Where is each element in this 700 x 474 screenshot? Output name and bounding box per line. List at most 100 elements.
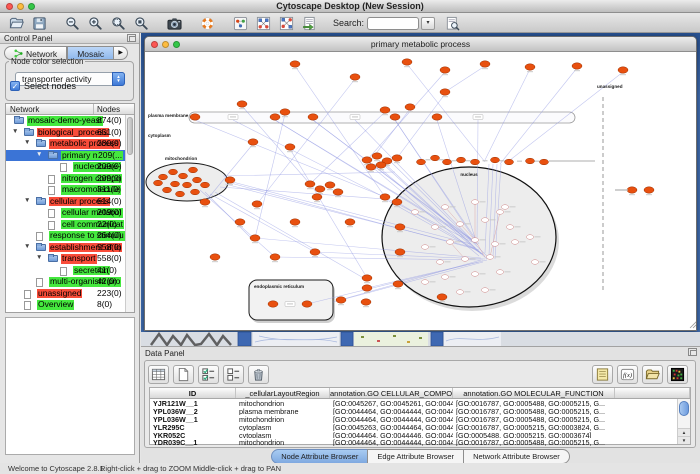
tree-row[interactable]: ▼establishment of lo558(0) bbox=[6, 242, 134, 254]
graph-node[interactable] bbox=[280, 109, 290, 115]
graph-node[interactable] bbox=[312, 194, 322, 200]
graph-node[interactable] bbox=[154, 180, 163, 186]
graph-node[interactable] bbox=[362, 275, 372, 281]
graph-node[interactable] bbox=[456, 222, 463, 227]
column-header[interactable]: annotation.GO CELLULAR_COMPONENT bbox=[330, 388, 453, 398]
graph-node[interactable] bbox=[480, 61, 490, 67]
graph-node[interactable] bbox=[268, 301, 278, 307]
graph-node[interactable] bbox=[372, 153, 382, 159]
graph-node[interactable] bbox=[393, 281, 403, 287]
graph-node[interactable] bbox=[411, 210, 418, 215]
tab-network-attribute-browser[interactable]: Network Attribute Browser bbox=[463, 449, 570, 464]
save-session-button[interactable] bbox=[29, 15, 50, 32]
resize-grip-icon[interactable] bbox=[696, 326, 697, 328]
expand-arrow-icon[interactable]: ▼ bbox=[36, 151, 42, 158]
tree-row[interactable]: ▼cellular process614(0) bbox=[6, 196, 134, 208]
graph-node[interactable] bbox=[362, 285, 372, 291]
tree-row[interactable]: nucleobase-209(0) bbox=[6, 161, 134, 173]
graph-node[interactable] bbox=[325, 182, 335, 188]
graph-node[interactable] bbox=[511, 240, 518, 245]
graph-node[interactable] bbox=[392, 155, 402, 161]
tree-row[interactable]: multi-organism pro42(0) bbox=[6, 276, 134, 288]
tree-scrollbar-thumb[interactable] bbox=[127, 117, 133, 155]
zoom-fit-button[interactable] bbox=[108, 15, 129, 32]
advanced-search-button[interactable] bbox=[442, 15, 463, 32]
graph-node[interactable] bbox=[210, 254, 220, 260]
graph-node[interactable] bbox=[402, 59, 412, 65]
layout-one-button[interactable] bbox=[253, 15, 274, 32]
graph-node[interactable] bbox=[644, 187, 654, 193]
graph-node[interactable] bbox=[540, 159, 549, 165]
graph-node[interactable] bbox=[421, 280, 428, 285]
graph-node[interactable] bbox=[481, 288, 488, 293]
graph-node[interactable] bbox=[486, 255, 493, 260]
graph-node[interactable] bbox=[169, 169, 178, 175]
expand-arrow-icon[interactable]: ▼ bbox=[24, 197, 30, 204]
graph-node[interactable] bbox=[432, 114, 442, 120]
graph-node[interactable] bbox=[496, 270, 503, 275]
graph-node[interactable] bbox=[290, 219, 300, 225]
table-row[interactable]: YLR295Ccytoplasm[GO:0045263, GO:0044464,… bbox=[150, 423, 690, 431]
graph-node[interactable] bbox=[431, 225, 438, 230]
graph-node[interactable] bbox=[302, 301, 312, 307]
graph-node[interactable] bbox=[248, 139, 258, 145]
expand-arrow-icon[interactable]: ▼ bbox=[24, 243, 30, 250]
layout-two-button[interactable] bbox=[276, 15, 297, 32]
graph-node[interactable] bbox=[305, 181, 315, 187]
import-attributes-button[interactable] bbox=[642, 365, 663, 384]
scroll-down-button[interactable]: ▼ bbox=[678, 436, 690, 444]
search-input[interactable] bbox=[367, 17, 419, 30]
graph-node[interactable] bbox=[395, 249, 405, 255]
delete-attribute-button[interactable] bbox=[248, 365, 269, 384]
graph-node[interactable] bbox=[376, 162, 386, 168]
network-canvas[interactable]: plasma membranecytoplasmmitochondrionnuc… bbox=[145, 52, 697, 330]
graph-node[interactable] bbox=[190, 114, 200, 120]
resize-grip-icon[interactable] bbox=[693, 323, 697, 328]
graph-node[interactable] bbox=[436, 260, 443, 265]
expand-arrow-icon[interactable]: ▼ bbox=[36, 254, 42, 261]
tree-scrollbar[interactable] bbox=[125, 115, 134, 312]
table-row[interactable]: YKR052Ccytoplasm[GO:0044464, GO:0044446,… bbox=[150, 431, 690, 439]
graph-node[interactable] bbox=[461, 257, 468, 262]
graph-node[interactable] bbox=[310, 249, 320, 255]
table-scrollbar[interactable]: ▲ ▼ bbox=[677, 399, 690, 444]
tree-row[interactable]: macromolecule311(0) bbox=[6, 184, 134, 196]
open-file-button[interactable] bbox=[6, 15, 27, 32]
graph-node[interactable] bbox=[572, 63, 582, 69]
tab-edge-attribute-browser[interactable]: Edge Attribute Browser bbox=[367, 449, 464, 464]
unselect-attributes-button[interactable] bbox=[223, 365, 244, 384]
attribute-notes-button[interactable] bbox=[592, 365, 613, 384]
tree-row[interactable]: response to stimulu264(0) bbox=[6, 230, 134, 242]
graph-node[interactable] bbox=[201, 182, 210, 188]
resize-grip-icon[interactable] bbox=[690, 320, 697, 328]
graph-node[interactable] bbox=[405, 104, 415, 110]
search-dropdown-button[interactable]: ▾ bbox=[421, 17, 435, 30]
graph-node[interactable] bbox=[225, 177, 235, 183]
table-row[interactable]: YPL036W__1mitochondrion[GO:0044464, GO:0… bbox=[150, 415, 690, 423]
help-button[interactable] bbox=[197, 15, 218, 32]
graph-node[interactable] bbox=[250, 235, 260, 241]
table-row[interactable]: YDR039C__1mitochondrion[GO:0044464, GO:0… bbox=[150, 438, 690, 446]
tree-row[interactable]: unassigned223(0) bbox=[6, 288, 134, 300]
graph-node[interactable] bbox=[421, 245, 428, 250]
graph-node[interactable] bbox=[189, 167, 198, 173]
graph-node[interactable] bbox=[437, 294, 447, 300]
select-attributes-button[interactable] bbox=[198, 365, 219, 384]
graph-node[interactable] bbox=[315, 186, 325, 192]
column-header[interactable]: annotation.GO MOLECULAR_FUNCTION bbox=[453, 388, 615, 398]
graph-node[interactable] bbox=[446, 240, 453, 245]
table-row[interactable]: YJR121W__1mitochondrion[GO:0045267, GO:0… bbox=[150, 399, 690, 407]
graph-node[interactable] bbox=[380, 107, 390, 113]
tree-row[interactable]: ▼metabolic process280(0) bbox=[6, 138, 134, 150]
graph-node[interactable] bbox=[526, 235, 533, 240]
graph-node[interactable] bbox=[290, 61, 300, 67]
tree-row[interactable]: cell communicat22(0) bbox=[6, 219, 134, 231]
graph-node[interactable] bbox=[471, 272, 478, 277]
graph-node[interactable] bbox=[191, 189, 200, 195]
graph-node[interactable] bbox=[362, 157, 372, 163]
graph-node[interactable] bbox=[270, 254, 280, 260]
select-nodes-checkbox[interactable]: ✓ bbox=[10, 81, 20, 91]
graph-node[interactable] bbox=[443, 159, 452, 165]
graph-node[interactable] bbox=[506, 225, 513, 230]
graph-node[interactable] bbox=[440, 67, 450, 73]
